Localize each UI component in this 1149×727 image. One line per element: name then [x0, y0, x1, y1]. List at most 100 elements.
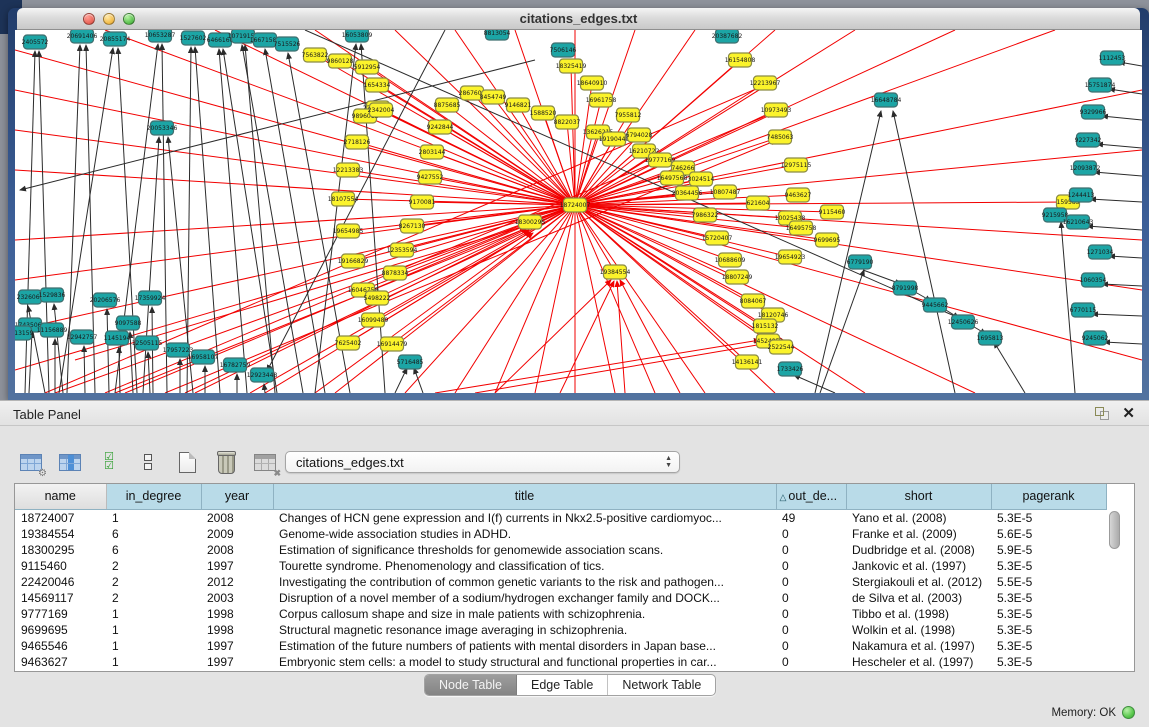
graph-node[interactable]: 2718126: [344, 135, 371, 149]
graph-node[interactable]: 12975115: [781, 158, 812, 172]
graph-node[interactable]: 6779190: [847, 255, 874, 269]
graph-node[interactable]: 18724007: [560, 198, 591, 212]
graph-node[interactable]: 20364456: [672, 186, 703, 200]
graph-node[interactable]: 16495758: [786, 221, 817, 235]
clear-selection-icon[interactable]: [135, 449, 161, 475]
graph-node[interactable]: 9097588: [115, 316, 142, 330]
graph-node[interactable]: 7955812: [615, 108, 642, 122]
graph-node[interactable]: 1244413: [1068, 188, 1095, 202]
graph-node[interactable]: 15720407: [702, 231, 733, 245]
graph-node[interactable]: 16154808: [725, 53, 756, 67]
graph-node[interactable]: 20855174: [100, 32, 131, 46]
graph-node[interactable]: 19166829: [338, 254, 369, 268]
graph-node[interactable]: 9227342: [1075, 133, 1102, 147]
graph-node[interactable]: 2405572: [22, 35, 49, 49]
graph-node[interactable]: 19654923: [775, 250, 806, 264]
select-all-icon[interactable]: ☑☑: [96, 449, 122, 475]
table-row[interactable]: 1938455462009Genome-wide association stu…: [15, 526, 1106, 542]
column-header-title[interactable]: title: [273, 484, 776, 509]
table-row[interactable]: 977716911998Corpus callosum shape and si…: [15, 606, 1106, 622]
graph-node[interactable]: 12213383: [333, 163, 364, 177]
graph-node[interactable]: 16782759: [220, 358, 251, 372]
graph-node[interactable]: 14136141: [732, 355, 763, 369]
table-row[interactable]: 969969511998Structural magnetic resonanc…: [15, 622, 1106, 638]
graph-node[interactable]: 20053346: [147, 121, 178, 135]
graph-node[interactable]: 7485063: [767, 130, 794, 144]
graph-node[interactable]: 12923448: [247, 368, 278, 382]
graph-node[interactable]: 5498222: [364, 291, 391, 305]
window-titlebar[interactable]: citations_edges.txt: [17, 8, 1140, 30]
network-canvas[interactable]: 1872400718300295193845542242004698960122…: [15, 30, 1142, 393]
graph-node[interactable]: 18107554: [328, 192, 359, 206]
tab-edge-table[interactable]: Edge Table: [517, 675, 608, 695]
memory-indicator[interactable]: [1122, 706, 1135, 719]
graph-node[interactable]: 8791998: [892, 281, 919, 295]
graph-node[interactable]: 1112453: [1099, 51, 1126, 65]
graph-node[interactable]: 9699695: [814, 233, 841, 247]
tab-network-table[interactable]: Network Table: [608, 675, 715, 695]
graph-node[interactable]: 5716485: [397, 355, 424, 369]
graph-node[interactable]: 2342004: [368, 103, 395, 117]
graph-node[interactable]: 15751874: [1085, 78, 1116, 92]
graph-node[interactable]: 7563822: [302, 48, 329, 62]
graph-node[interactable]: 8878334: [382, 266, 409, 280]
table-row[interactable]: 946362711997Embryonic stem cells: a mode…: [15, 654, 1106, 670]
graph-node[interactable]: 18325419: [556, 59, 587, 73]
graph-node[interactable]: 1695813: [977, 331, 1004, 345]
graph-node[interactable]: 20387682: [712, 30, 743, 43]
graph-node[interactable]: 16053809: [342, 30, 373, 42]
graph-node[interactable]: 6794028: [626, 128, 653, 142]
column-header-name[interactable]: name: [15, 484, 106, 509]
graph-node[interactable]: 2522544: [768, 340, 795, 354]
delete-table-icon[interactable]: ✖: [252, 449, 278, 475]
graph-node[interactable]: 12213967: [750, 76, 781, 90]
column-header-out_de[interactable]: △out_de...: [776, 484, 846, 509]
graph-node[interactable]: 1145194: [104, 331, 131, 345]
graph-node[interactable]: 16958107: [188, 350, 219, 364]
graph-node[interactable]: 16961758: [586, 93, 617, 107]
new-table-icon[interactable]: [174, 449, 200, 475]
graph-node[interactable]: 621604: [747, 196, 770, 210]
tab-node-table[interactable]: Node Table: [425, 675, 517, 695]
graph-node[interactable]: 11156889: [37, 323, 68, 337]
graph-node[interactable]: 9146821: [505, 98, 532, 112]
graph-node[interactable]: 9242844: [427, 120, 454, 134]
graph-node[interactable]: 9245062: [1082, 331, 1109, 345]
graph-node[interactable]: 18300295: [515, 215, 546, 229]
graph-node[interactable]: 10973493: [761, 103, 792, 117]
graph-node[interactable]: 1060354: [1080, 273, 1107, 287]
graph-node[interactable]: 16914479: [377, 337, 408, 351]
graph-node[interactable]: 7986322: [692, 208, 719, 222]
float-window-icon[interactable]: [1095, 407, 1109, 420]
graph-node[interactable]: 1271034: [1087, 245, 1114, 259]
table-row[interactable]: 2242004622012Investigating the contribut…: [15, 574, 1106, 590]
table-row[interactable]: 1830029562008Estimation of significance …: [15, 542, 1106, 558]
graph-node[interactable]: 1815132: [752, 319, 779, 333]
graph-node[interactable]: 16497568: [657, 171, 688, 185]
graph-node[interactable]: 9427552: [417, 170, 444, 184]
table-selector-dropdown[interactable]: citations_edges.txt ▲▼: [285, 451, 680, 473]
table-row[interactable]: 1456911722003Disruption of a novel membe…: [15, 590, 1106, 606]
column-header-in_degree[interactable]: in_degree: [106, 484, 201, 509]
graph-node[interactable]: 9170081: [409, 195, 436, 209]
delete-rows-icon[interactable]: [213, 449, 239, 475]
table-row[interactable]: 946554611997Estimation of the future num…: [15, 638, 1106, 654]
network-graph[interactable]: 1872400718300295193845542242004698960122…: [15, 30, 1142, 393]
graph-node[interactable]: 20206576: [90, 293, 121, 307]
graph-node[interactable]: 16210643: [1063, 215, 1094, 229]
table-row[interactable]: 911546021997Tourette syndrome. Phenomeno…: [15, 558, 1106, 574]
close-icon[interactable]: ✕: [1122, 404, 1135, 422]
graph-node[interactable]: 3024514: [688, 172, 715, 186]
graph-node[interactable]: 12942757: [67, 330, 98, 344]
graph-node[interactable]: 10688609: [715, 253, 746, 267]
graph-node[interactable]: 1654334: [364, 78, 391, 92]
graph-node[interactable]: 8822037: [554, 115, 581, 129]
table-scrollbar-thumb[interactable]: [1109, 511, 1120, 549]
graph-node[interactable]: 16648784: [871, 93, 902, 107]
graph-node[interactable]: 1527602: [180, 31, 207, 45]
graph-node[interactable]: 12093872: [1070, 161, 1101, 175]
graph-node[interactable]: 18640910: [577, 76, 608, 90]
graph-node[interactable]: 1588520: [530, 106, 557, 120]
graph-node[interactable]: 7515526: [274, 37, 301, 51]
graph-node[interactable]: 10653287: [145, 30, 176, 42]
